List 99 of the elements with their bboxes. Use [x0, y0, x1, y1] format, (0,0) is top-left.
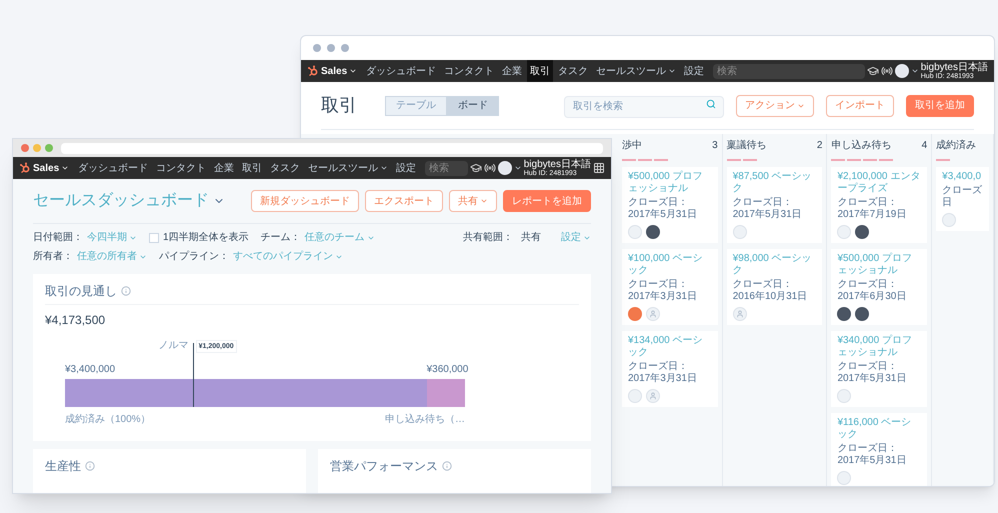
column-title: 渉中: [622, 138, 642, 153]
checkbox-label: 1四半期全体を表示: [163, 230, 249, 245]
view-tab[interactable]: ボード: [447, 96, 499, 116]
action-button[interactable]: インポート: [826, 94, 894, 116]
deal-card[interactable]: ¥98,000 ベーシック クローズ日： 2016年10月31日: [726, 249, 822, 325]
filter-label: 所有者：: [33, 250, 73, 264]
segment-label: 申し込み待ち（…: [385, 415, 465, 425]
sharing-label: 共有範囲：: [463, 230, 513, 245]
close-date: クローズ日: [942, 185, 983, 209]
photo-placeholder: [646, 225, 660, 239]
filter-label: パイプライン：: [159, 250, 229, 264]
close-date: クローズ日： 2017年6月30日: [837, 279, 908, 303]
nav-item[interactable]: 設定: [681, 60, 708, 82]
column-count: 3: [712, 139, 718, 153]
segment-amount: ¥3,400,000: [65, 365, 116, 375]
broadcast-icon[interactable]: [484, 162, 496, 174]
graduation-cap-icon[interactable]: [470, 162, 482, 174]
deal-card[interactable]: ¥116,000 ベーシック クローズ日： 2017年5月31日: [831, 413, 928, 486]
checkbox[interactable]: [149, 232, 159, 242]
search-icon: [706, 99, 716, 110]
close-date: クローズ日： 2017年5月31日: [837, 361, 908, 385]
graduation-cap-icon[interactable]: [866, 65, 879, 77]
account-name: bigbytes日本語: [920, 62, 988, 72]
deal-card[interactable]: ¥87,500 ベーシック クローズ日： 2017年5月31日: [726, 167, 822, 243]
deal-card[interactable]: ¥2,100,000 エンタープライズ クローズ日： 2017年7月19日: [831, 167, 928, 243]
nav-item[interactable]: 取引: [239, 157, 266, 179]
photo-placeholder: [855, 225, 870, 239]
avatar-placeholder: [837, 389, 852, 403]
info-icon[interactable]: [121, 286, 131, 296]
nav-item[interactable]: 企業: [499, 60, 526, 82]
close-date: クローズ日： 2017年7月19日: [837, 197, 908, 221]
quota-label: ノルマ: [158, 341, 189, 351]
card-title: 営業パフォーマンス: [330, 458, 438, 475]
segment-label: 成約済み（100%）: [65, 415, 151, 425]
sharing-value: 共有: [521, 230, 541, 245]
column-count: 4: [922, 139, 928, 153]
info-icon[interactable]: [442, 461, 452, 471]
card-title: 取引の見通し: [45, 283, 117, 300]
action-button[interactable]: 新規ダッシュボード: [251, 190, 359, 212]
search-field[interactable]: 取引を検索: [564, 96, 724, 118]
nav-item[interactable]: コンタクト: [153, 157, 210, 179]
person-icon: [649, 310, 657, 318]
info-icon[interactable]: [85, 461, 95, 471]
caret-icon: [514, 164, 522, 172]
nav-item[interactable]: セールスツール: [305, 157, 392, 179]
caret-icon: [910, 67, 919, 75]
action-button[interactable]: エクスポート: [365, 190, 443, 212]
close-date: クローズ日： 2017年5月31日: [732, 197, 803, 221]
avatar-placeholder: [732, 225, 747, 239]
nav-brand[interactable]: Sales: [33, 160, 74, 176]
close-date: クローズ日： 2017年5月31日: [837, 443, 908, 467]
search-field[interactable]: 検索: [713, 64, 865, 78]
search-field[interactable]: 検索: [425, 160, 468, 176]
nav-item[interactable]: 企業: [211, 157, 238, 179]
nav-item[interactable]: セールスツール: [593, 60, 680, 82]
deal-card[interactable]: ¥3,400,0 クローズ日: [936, 167, 989, 231]
close-date: クローズ日： 2016年10月31日: [732, 279, 808, 303]
person-icon: [649, 392, 657, 400]
nav-item[interactable]: ダッシュボード: [363, 60, 440, 82]
nav-item[interactable]: 取引: [527, 60, 554, 82]
deal-card[interactable]: ¥500,000 プロフェッショナル クローズ日： 2017年6月30日: [831, 249, 928, 325]
grid-icon[interactable]: [593, 162, 605, 174]
deal-card[interactable]: ¥100,000 ベーシック クローズ日： 2017年3月31日: [622, 249, 718, 325]
action-button[interactable]: 共有: [449, 190, 497, 212]
nav-item[interactable]: 設定: [393, 157, 420, 179]
deal-card[interactable]: ¥340,000 プロフェッショナル クローズ日： 2017年5月31日: [831, 331, 928, 407]
nav-item[interactable]: タスク: [555, 60, 592, 82]
column-title: 成約済み: [936, 138, 976, 153]
column-title: 申し込み待ち: [831, 138, 892, 153]
nav-item[interactable]: タスク: [267, 157, 304, 179]
forecast-total: ¥4,173,500: [45, 312, 106, 329]
photo-placeholder: [855, 307, 870, 321]
filter-label: 日付範囲：: [33, 231, 83, 245]
avatar-placeholder: [628, 389, 642, 403]
nav-brand[interactable]: Sales: [321, 64, 362, 78]
column-count: 2: [816, 139, 822, 153]
filter-label: チーム：: [260, 231, 301, 245]
column-title: 稟議待ち: [726, 138, 767, 153]
page-title: 取引: [321, 94, 357, 117]
avatar-badge: [628, 307, 642, 321]
photo-placeholder: [837, 307, 852, 321]
person-icon: [736, 310, 744, 318]
card-title: 生産性: [45, 458, 81, 475]
account-name: bigbytes日本語: [524, 160, 591, 170]
broadcast-icon[interactable]: [880, 65, 893, 77]
action-button[interactable]: アクション: [736, 94, 814, 116]
avatar-placeholder: [942, 213, 956, 227]
nav-item[interactable]: ダッシュボード: [75, 157, 152, 179]
avatar-placeholder: [837, 225, 852, 239]
close-date: クローズ日： 2017年3月31日: [628, 279, 698, 303]
sprocket-logo-icon: [307, 65, 319, 77]
deal-card[interactable]: ¥500,000 プロフェッショナル クローズ日： 2017年5月31日: [622, 167, 718, 243]
nav-item[interactable]: コンタクト: [441, 60, 498, 82]
close-date: クローズ日： 2017年3月31日: [628, 361, 698, 385]
sprocket-logo-icon: [19, 162, 31, 174]
deal-card[interactable]: ¥134,000 ベーシック クローズ日： 2017年3月31日: [622, 331, 718, 407]
segment-amount: ¥360,000: [426, 365, 468, 375]
close-date: クローズ日： 2017年5月31日: [628, 197, 698, 221]
avatar-placeholder: [628, 225, 642, 239]
